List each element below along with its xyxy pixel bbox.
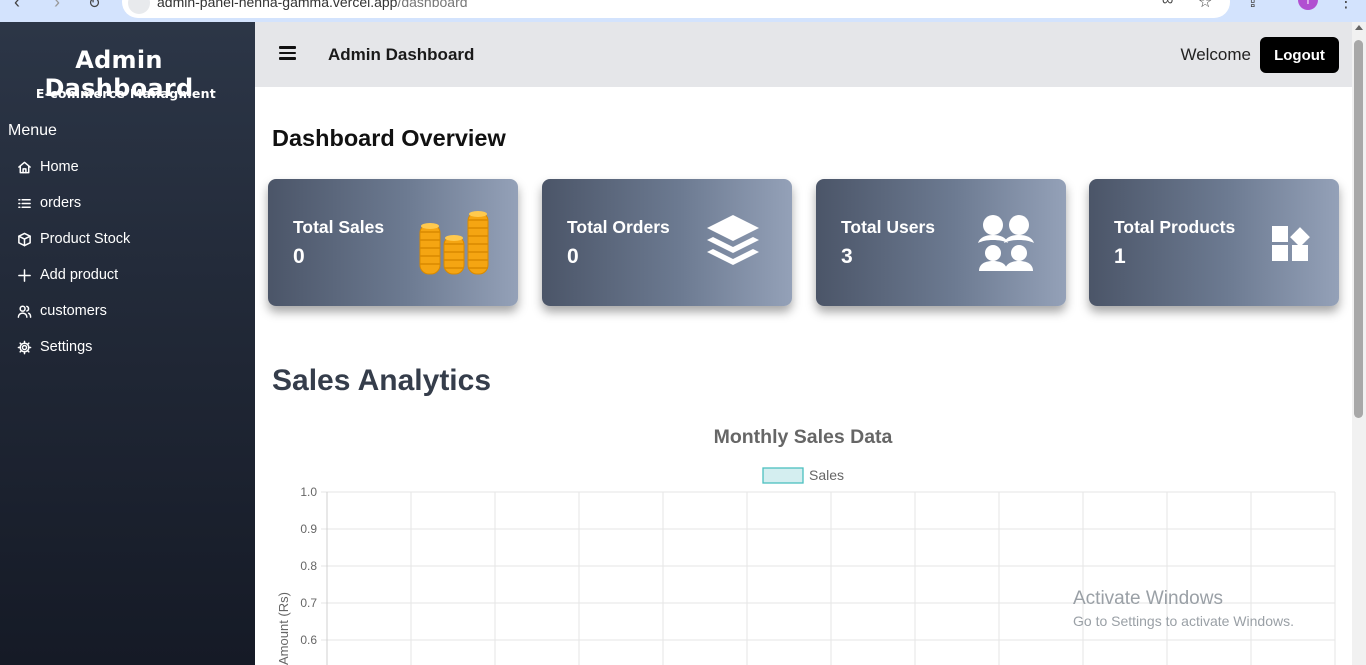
sidebar-item-customers[interactable]: customers <box>0 293 255 329</box>
y-tick-label: 0.8 <box>300 559 317 573</box>
logout-button[interactable]: Logout <box>1260 37 1339 73</box>
y-tick-label: 0.9 <box>300 522 317 536</box>
stat-label: Total Users <box>841 217 936 237</box>
sidebar-menu: Home orders Product Stock Add product cu… <box>0 149 255 365</box>
welcome-text: Welcome <box>1180 45 1251 64</box>
y-axis-ticks: 1.0 0.9 0.8 0.7 0.6 <box>300 485 317 647</box>
y-tick-label: 0.7 <box>300 596 317 610</box>
gear-icon <box>16 339 32 355</box>
users-icon <box>16 303 32 319</box>
browser-menu-icon[interactable]: ⋮ <box>1338 0 1354 12</box>
download-icon[interactable]: ⇪ <box>1246 0 1259 12</box>
analytics-heading: Sales Analytics <box>272 364 492 397</box>
sidebar-item-home[interactable]: Home <box>0 149 255 185</box>
home-icon <box>16 159 32 175</box>
extensions-icon[interactable]: ∞ <box>1162 0 1173 10</box>
stat-card-total-products: Total Products 1 <box>1089 179 1339 306</box>
plus-icon <box>16 267 32 283</box>
hamburger-menu-icon[interactable] <box>279 46 296 60</box>
sidebar: Admin Dashboard E-commerce Managment Men… <box>0 22 255 665</box>
profile-avatar[interactable]: T <box>1298 0 1318 10</box>
forward-icon[interactable]: › <box>54 0 60 13</box>
stat-card-total-users: Total Users 3 <box>816 179 1066 306</box>
stat-label: Total Orders <box>567 217 670 237</box>
sidebar-item-label: customers <box>40 303 107 319</box>
url-text[interactable]: admin-panel-henna-gamma.vercel.app/dashb… <box>157 0 468 10</box>
overview-heading: Dashboard Overview <box>272 125 506 151</box>
stat-value: 1 <box>1114 245 1126 268</box>
activate-windows-subtitle: Go to Settings to activate Windows. <box>1073 613 1294 629</box>
sidebar-item-label: Product Stock <box>40 231 131 247</box>
page-title: Admin Dashboard <box>328 45 475 64</box>
legend-swatch[interactable] <box>762 467 804 484</box>
sidebar-item-label: Home <box>40 159 79 175</box>
layers-icon <box>707 215 759 265</box>
legend-label[interactable]: Sales <box>809 467 844 483</box>
browser-toolbar: ‹ › ↻ admin-panel-henna-gamma.vercel.app… <box>0 0 1366 22</box>
bookmark-star-icon[interactable]: ☆ <box>1198 0 1212 12</box>
sidebar-item-product-stock[interactable]: Product Stock <box>0 221 255 257</box>
menu-title: Menue <box>8 122 57 139</box>
stat-value: 3 <box>841 245 853 268</box>
chart-grid <box>321 491 1336 665</box>
sidebar-item-label: Add product <box>40 267 119 283</box>
shapes-icon <box>1272 226 1310 261</box>
scroll-up-arrow-icon[interactable] <box>1355 25 1363 30</box>
users-group-icon <box>978 215 1034 271</box>
scrollbar-thumb[interactable] <box>1354 40 1363 418</box>
box-icon <box>16 231 32 247</box>
list-icon <box>16 195 32 211</box>
sidebar-item-label: Settings <box>40 339 93 355</box>
stat-card-total-orders: Total Orders 0 <box>542 179 792 306</box>
y-axis-label: Amount (Rs) <box>276 592 291 665</box>
y-tick-label: 0.6 <box>300 633 317 647</box>
stat-value: 0 <box>293 245 305 268</box>
stat-card-total-sales: Total Sales 0 <box>268 179 518 306</box>
sidebar-item-orders[interactable]: orders <box>0 185 255 221</box>
sidebar-item-add-product[interactable]: Add product <box>0 257 255 293</box>
reload-icon[interactable]: ↻ <box>88 0 101 12</box>
stat-label: Total Sales <box>293 217 385 237</box>
stat-label: Total Products <box>1114 217 1236 237</box>
sidebar-item-label: orders <box>40 195 82 211</box>
sidebar-brand-subtitle: E-commerce Managment <box>35 86 217 101</box>
activate-windows-title: Activate Windows <box>1073 588 1223 609</box>
stat-value: 0 <box>567 245 579 268</box>
chart-title: Monthly Sales Data <box>714 426 893 448</box>
y-tick-label: 1.0 <box>300 485 317 499</box>
top-bar: Admin Dashboard Welcome Logout <box>255 22 1352 87</box>
back-icon[interactable]: ‹ <box>14 0 20 13</box>
coins-icon <box>419 211 489 275</box>
sidebar-item-settings[interactable]: Settings <box>0 329 255 365</box>
